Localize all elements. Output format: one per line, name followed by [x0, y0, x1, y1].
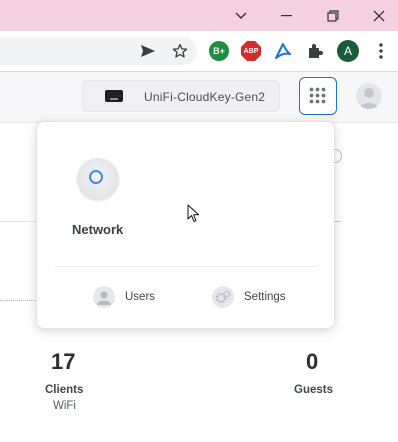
extension-b-icon[interactable]: B+	[209, 41, 229, 61]
device-selector[interactable]: UniFi-CloudKey-Gen2	[82, 80, 280, 112]
popup-divider	[55, 266, 318, 267]
close-button[interactable]	[356, 0, 398, 31]
apps-popup: Network Users Settings	[36, 121, 335, 329]
acrobat-icon[interactable]	[273, 41, 293, 61]
cloudkey-device-icon	[105, 90, 123, 102]
clients-count: 17	[51, 349, 76, 374]
network-app-label: Network	[72, 222, 124, 237]
star-icon[interactable]	[170, 41, 190, 61]
clients-sublabel: WiFi	[53, 400, 76, 412]
users-icon	[93, 286, 115, 308]
settings-link[interactable]: Settings	[212, 286, 286, 308]
mouse-cursor-icon	[187, 204, 201, 229]
user-avatar[interactable]	[356, 83, 382, 109]
users-link[interactable]: Users	[93, 286, 155, 308]
clients-label: Clients	[45, 384, 84, 396]
guests-count: 0	[306, 349, 319, 374]
partial-underline	[335, 221, 341, 222]
settings-link-label: Settings	[244, 291, 286, 303]
guests-label: Guests	[294, 384, 333, 396]
minimize-button[interactable]	[264, 0, 310, 31]
settings-gear-icon	[212, 286, 234, 308]
menu-icon[interactable]	[372, 41, 390, 61]
browser-titlebar	[0, 0, 398, 31]
profile-icon[interactable]: A	[337, 40, 359, 62]
send-icon[interactable]	[138, 41, 158, 61]
device-name: UniFi-CloudKey-Gen2	[144, 90, 266, 104]
adblock-label: ABP	[243, 47, 259, 55]
adblock-icon[interactable]: ABP	[241, 41, 261, 61]
browser-toolbar: B+ ABP A	[0, 31, 398, 72]
apps-grid-button[interactable]	[299, 77, 337, 115]
grid-icon	[309, 87, 326, 104]
section-divider	[0, 221, 36, 222]
chart-gridline	[0, 300, 36, 301]
users-link-label: Users	[125, 291, 156, 303]
extension-b-label: B+	[213, 46, 225, 56]
puzzle-icon[interactable]	[305, 41, 325, 61]
profile-initial: A	[343, 44, 352, 58]
network-app-icon	[77, 158, 119, 200]
address-bar[interactable]	[0, 37, 197, 65]
restore-button[interactable]	[310, 0, 356, 31]
network-app-tile[interactable]: Network	[57, 144, 147, 244]
chevron-down-icon[interactable]	[218, 0, 264, 31]
